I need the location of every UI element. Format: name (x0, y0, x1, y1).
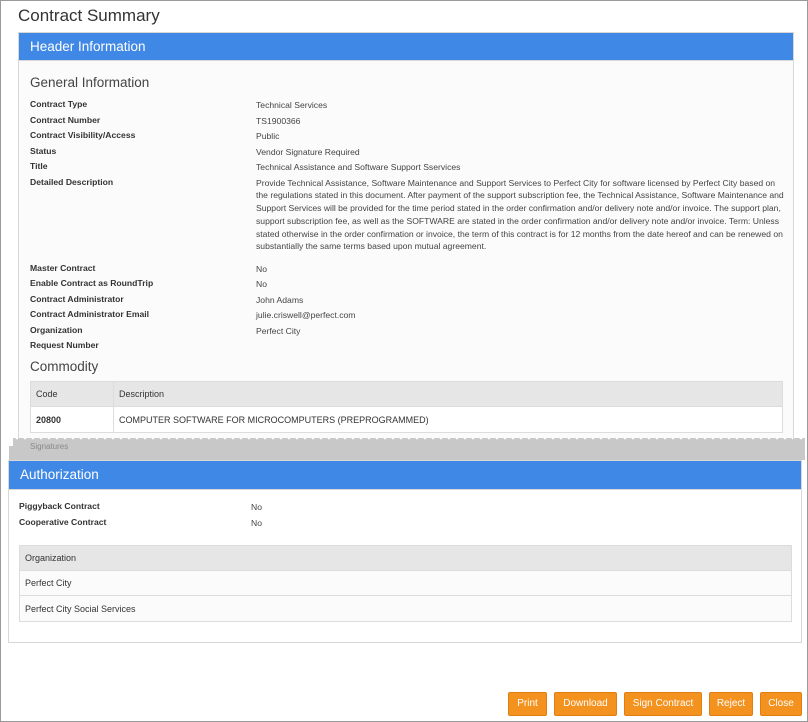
column-header-description: Description (119, 389, 165, 399)
organization-table: Organization Perfect City Perfect City S… (19, 545, 792, 622)
sign-contract-button[interactable]: Sign Contract (624, 692, 702, 716)
field-value: No (251, 502, 262, 512)
field-label: Contract Visibility/Access (30, 130, 136, 140)
contract-summary-window: Contract Summary Header Information Gene… (0, 0, 808, 722)
organization-name: Perfect City Social Services (25, 603, 136, 614)
field-label: Title (30, 161, 48, 171)
commodity-title: Commodity (30, 359, 99, 374)
authorization-panel: Authorization Piggyback Contract No Coop… (8, 460, 802, 643)
field-label: Contract Administrator Email (30, 309, 150, 319)
authorization-body: Piggyback Contract No Cooperative Contra… (9, 489, 801, 642)
close-button[interactable]: Close (760, 692, 802, 716)
print-button[interactable]: Print (508, 692, 547, 716)
field-value: Technical Services (256, 100, 328, 110)
field-label: Master Contract (30, 262, 96, 273)
field-label: Piggyback Contract (19, 501, 100, 511)
field-value: TS1900366 (256, 115, 301, 126)
field-value: No (251, 518, 262, 528)
field-label: Status (30, 145, 57, 156)
field-value: No (256, 279, 267, 289)
field-label: Organization (30, 324, 83, 335)
field-value: Public (256, 131, 280, 141)
field-value: Perfect City (256, 325, 301, 336)
header-information-panel-title: Header Information (19, 33, 793, 60)
organization-name: Perfect City (25, 578, 72, 588)
header-information-body: General Information Contract Type Techni… (19, 60, 793, 449)
authorization-panel-title: Authorization (9, 461, 801, 489)
cut-off-section-label: Signatures (30, 442, 69, 451)
field-value: Vendor Signature Required (256, 146, 360, 157)
field-detailed-description: Detailed Description Provide Technical A… (30, 176, 790, 266)
field-label: Cooperative Contract (19, 517, 107, 527)
general-information-title: General Information (30, 75, 150, 90)
commodity-table: Code Description 20800 COMPUTER SOFTWARE… (30, 381, 783, 433)
field-label: Contract Administrator (30, 293, 124, 304)
organization-table-header: Organization (20, 546, 791, 571)
commodity-table-header: Code Description (31, 382, 782, 407)
commodity-code: 20800 (31, 407, 114, 432)
header-information-panel: Header Information General Information C… (18, 32, 794, 450)
field-value: No (256, 263, 267, 274)
field-label: Enable Contract as RoundTrip (30, 278, 154, 288)
field-value: John Adams (256, 294, 304, 305)
torn-edge-divider (13, 438, 805, 454)
field-label: Contract Number (30, 114, 101, 125)
field-value: Provide Technical Assistance, Software M… (256, 177, 784, 252)
reject-button[interactable]: Reject (709, 692, 753, 716)
field-label: Contract Type (30, 99, 88, 109)
field-label: Detailed Description (30, 176, 114, 187)
table-row: Perfect City (20, 571, 791, 596)
table-row: 20800 COMPUTER SOFTWARE FOR MICROCOMPUTE… (31, 407, 782, 432)
column-header-organization: Organization (25, 553, 77, 563)
field-value: julie.criswell@perfect.com (256, 310, 356, 320)
field-label: Request Number (30, 340, 99, 350)
download-button[interactable]: Download (554, 692, 617, 716)
table-row: Perfect City Social Services (20, 596, 791, 621)
field-value: Technical Assistance and Software Suppor… (256, 162, 461, 172)
page-title: Contract Summary (18, 6, 160, 25)
column-header-code: Code (31, 382, 114, 406)
commodity-description: COMPUTER SOFTWARE FOR MICROCOMPUTERS (PR… (119, 414, 429, 425)
